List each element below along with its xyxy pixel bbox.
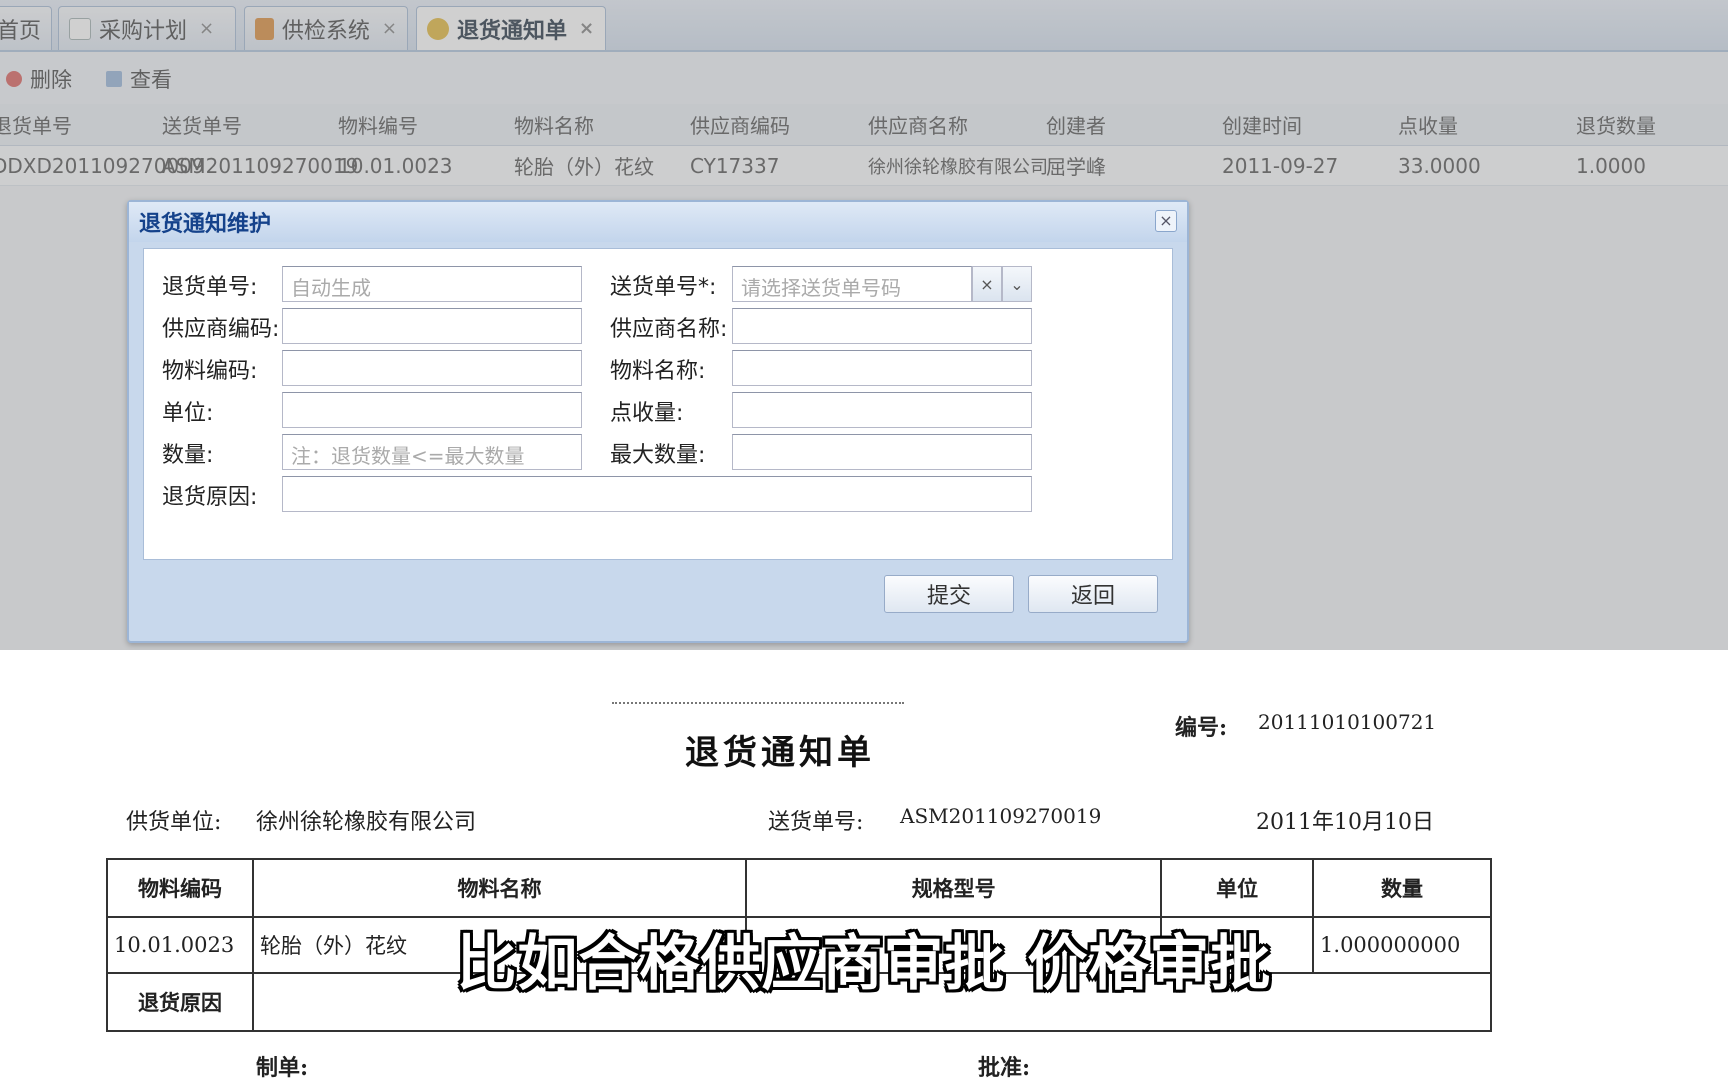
qty-field[interactable]: 注：退货数量<=最大数量 [282,434,582,470]
video-subtitle: 比如合格供应商审批 价格审批 [456,929,1272,999]
return-no-label: 退货单号: [162,275,258,300]
delivery-no-field[interactable]: 请选择送货单号码 [732,266,972,302]
supplier-label: 供货单位: [126,810,222,835]
number-value: 20111010100721 [1258,710,1437,734]
back-button[interactable]: 返回 [1028,575,1158,613]
supplier-code-field[interactable] [282,308,582,344]
delivery-no-label: 送货单号*: [610,275,717,300]
chevron-down-icon[interactable]: ⌄ [1002,266,1032,302]
dialog-title: 退货通知维护 [129,202,1187,242]
document-date: 2011年10月10日 [1256,810,1434,835]
header-cell: 数量 [1312,858,1492,918]
supplier-value: 徐州徐轮橡胶有限公司 [256,810,477,835]
return-no-field[interactable]: 自动生成 [282,266,582,302]
delivery-label: 送货单号: [768,810,864,835]
return-notice-dialog: 退货通知维护 × 退货单号: 自动生成 送货单号*: 请选择送货单号码 × ⌄ … [127,200,1189,643]
max-qty-field[interactable] [732,434,1032,470]
material-name-label: 物料名称: [610,359,706,384]
clear-icon[interactable]: × [972,266,1002,302]
unit-label: 单位: [162,401,214,426]
reason-field[interactable] [282,476,1032,512]
qty-label: 数量: [162,443,214,468]
submit-button[interactable]: 提交 [884,575,1014,613]
number-label: 编号: [1175,715,1228,741]
header-cell: 物料名称 [251,858,748,918]
table-header-row: 物料编码 物料名称 规格型号 单位 数量 [106,858,1492,918]
received-qty-label: 点收量: [610,401,684,426]
supplier-name-field[interactable] [732,308,1032,344]
dialog-form: 退货单号: 自动生成 送货单号*: 请选择送货单号码 × ⌄ 供应商编码: 供应… [143,248,1173,560]
supplier-name-label: 供应商名称: [610,317,728,342]
received-qty-field[interactable] [732,392,1032,428]
material-code-label: 物料编码: [162,359,258,384]
printed-return-notice: 退货通知单 编号: 20111010100721 供货单位: 徐州徐轮橡胶有限公… [0,650,1728,1080]
approver-label: 批准: [978,1055,1031,1080]
header-cell: 单位 [1160,858,1315,918]
maker-label: 制单: [256,1055,309,1080]
header-cell: 物料编码 [106,858,254,918]
header-cell: 规格型号 [745,858,1163,918]
document-title: 退货通知单 [685,733,875,773]
close-icon[interactable]: × [1155,210,1177,232]
supplier-code-label: 供应商编码: [162,317,280,342]
unit-field[interactable] [282,392,582,428]
max-qty-label: 最大数量: [610,443,706,468]
material-code-field[interactable] [282,350,582,386]
delivery-value: ASM201109270019 [900,804,1102,828]
company-name-line [612,702,904,705]
erp-app: 首页 采购计划 × 供检系统 × 退货通知单 × 删除 查看 退货单号 送货单号 [0,0,1728,650]
material-name-field[interactable] [732,350,1032,386]
reason-label: 退货原因: [162,485,258,510]
